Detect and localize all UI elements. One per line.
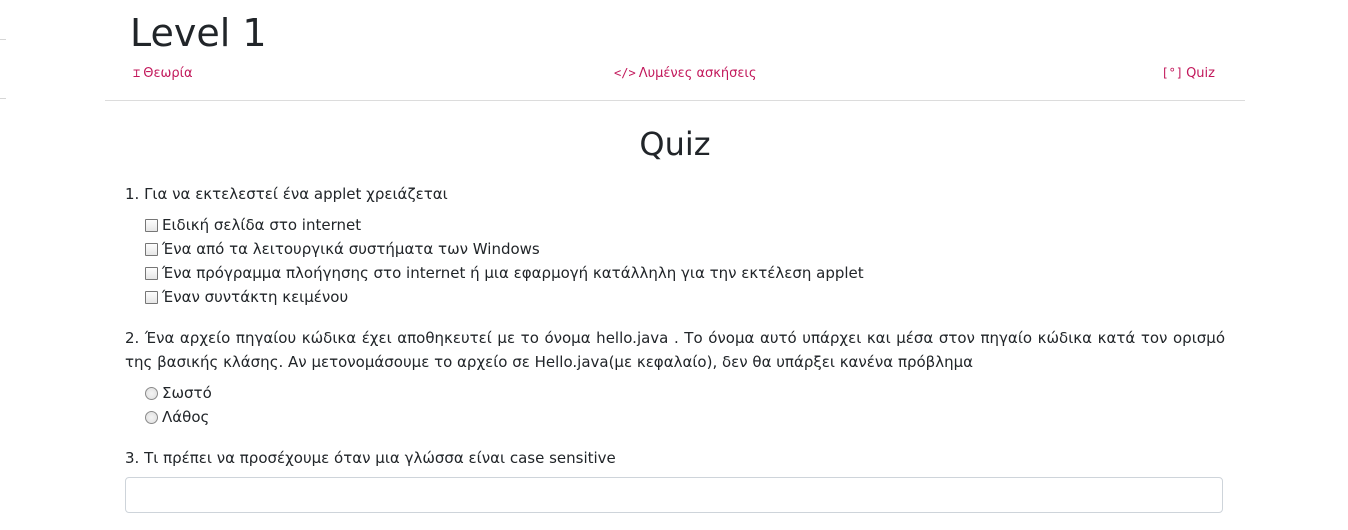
nav-link-quiz-label: Quiz [1186, 66, 1215, 81]
nav-link-solved-exercises-label: Λυμένες ασκήσεις [638, 66, 757, 81]
question-1-option-4[interactable]: Έναν συντάκτη κειμένου [145, 286, 348, 308]
checkbox[interactable] [145, 242, 158, 256]
option-label: Ένα πρόγραμμα πλοήγησης στο internet ή μ… [162, 264, 864, 282]
left-edge-mark [0, 39, 6, 40]
quiz-heading: Quiz [639, 125, 711, 163]
option-label: Ένα από τα λειτουργικά συστήματα των Win… [162, 240, 540, 258]
checkbox[interactable] [145, 266, 158, 280]
question-1-option-3[interactable]: Ένα πρόγραμμα πλοήγησης στο internet ή μ… [145, 262, 864, 284]
left-edge-mark [0, 98, 6, 99]
code-icon: </> [614, 66, 636, 80]
page-title: Level 1 [130, 11, 267, 55]
nav-link-theory[interactable]: ⌶ Θεωρία [133, 62, 193, 85]
question-1-option-1[interactable]: Ειδική σελίδα στο internet [145, 214, 361, 236]
question-1-option-2[interactable]: Ένα από τα λειτουργικά συστήματα των Win… [145, 238, 540, 260]
question-3-answer-input[interactable] [125, 477, 1223, 513]
radio-button[interactable] [145, 386, 158, 400]
nav-link-solved-exercises[interactable]: </> Λυμένες ασκήσεις [614, 62, 756, 85]
quiz-icon: [°] [1161, 66, 1184, 80]
level-nav: ⌶ Θεωρία </> Λυμένες ασκήσεις [°] Quiz [105, 62, 1245, 84]
question-2-text: 2. Ένα αρχείο πηγαίου κώδικα έχει αποθηκ… [125, 329, 1225, 371]
nav-link-quiz[interactable]: [°] Quiz [1161, 62, 1215, 85]
radio-button[interactable] [145, 410, 158, 424]
checkbox[interactable] [145, 290, 158, 304]
question-3-text: 3. Τι πρέπει να προσέχουμε όταν μια γλώσ… [125, 449, 616, 467]
header-divider [105, 100, 1245, 101]
question-1-text: 1. Για να εκτελεστεί ένα applet χρειάζετ… [125, 185, 448, 203]
nav-link-theory-label: Θεωρία [143, 66, 193, 81]
option-label: Λάθος [162, 408, 210, 426]
option-label: Σωστό [162, 384, 212, 402]
question-2-option-1[interactable]: Σωστό [145, 382, 212, 404]
question-2-option-2[interactable]: Λάθος [145, 406, 209, 428]
book-icon: ⌶ [133, 66, 141, 80]
option-label: Έναν συντάκτη κειμένου [162, 288, 349, 306]
checkbox[interactable] [145, 218, 158, 232]
option-label: Ειδική σελίδα στο internet [162, 216, 362, 234]
